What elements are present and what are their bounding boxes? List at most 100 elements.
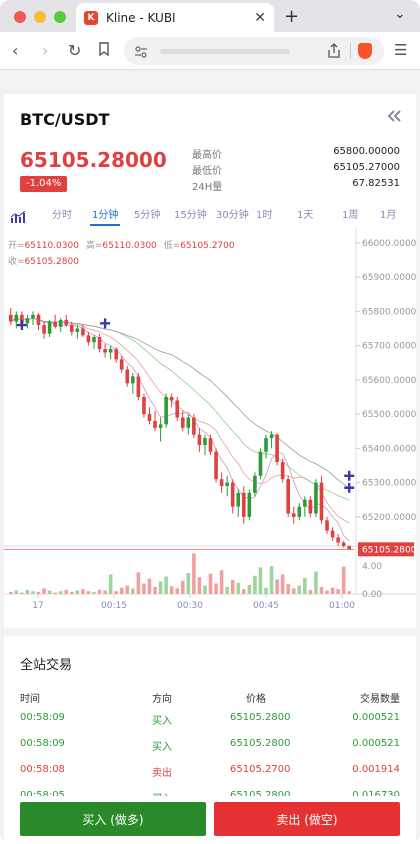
signal-marker-icon — [16, 320, 27, 331]
minimize-window-button[interactable] — [34, 11, 46, 23]
volume-bar — [280, 574, 285, 594]
candle-body — [142, 396, 146, 415]
volume-bar — [58, 591, 63, 594]
tab-1min[interactable]: 1分钟 — [92, 206, 118, 221]
volume-24h-label: 24H量 — [192, 182, 223, 193]
candle-body — [253, 475, 257, 493]
volume-bar — [203, 585, 207, 594]
trade-side: 买入 — [152, 716, 172, 727]
volume-bar — [131, 588, 135, 594]
volume-24h-value: 67.82531 — [352, 178, 400, 189]
back-icon[interactable]: ‹ — [12, 41, 18, 60]
price-tick-label: 65300.0000 — [362, 479, 416, 489]
volume-bar — [164, 576, 168, 594]
tab-1d[interactable]: 1天 — [297, 206, 313, 221]
signal-marker-icon — [100, 318, 111, 329]
low-value: 65105.27000 — [333, 162, 400, 173]
trade-qty: 0.000521 — [352, 712, 400, 723]
site-settings-icon[interactable] — [134, 44, 148, 63]
kline-chart[interactable]: 66000.0000 65900.0000 65800.0000 65700.0000… — [4, 228, 416, 628]
chart-grid — [4, 228, 416, 595]
close-window-button[interactable] — [14, 11, 26, 23]
reload-icon[interactable]: ↻ — [68, 41, 81, 60]
forward-icon[interactable]: › — [42, 41, 48, 60]
volume-bar — [64, 589, 69, 594]
volume-bar — [42, 588, 46, 594]
price-tick-label: 65700.0000 — [362, 342, 416, 352]
tab-15min[interactable]: 15分钟 — [174, 206, 207, 221]
pair-title: BTC/USDT — [20, 110, 110, 129]
volume-bar — [169, 586, 174, 594]
signal-marker-icon — [344, 482, 355, 493]
buy-long-button[interactable]: 买入 (做多) — [20, 802, 206, 836]
candle-body — [158, 424, 163, 428]
candle-body — [136, 376, 141, 397]
tab-5min[interactable]: 5分钟 — [134, 206, 160, 221]
tab-30min[interactable]: 30分钟 — [216, 206, 249, 221]
browser-tab[interactable]: K Kline - KUBI ✕ — [76, 3, 274, 32]
address-bar[interactable] — [124, 37, 384, 65]
volume-bar — [230, 580, 235, 594]
change-badge: -1.04% — [20, 176, 68, 192]
volume-bar — [308, 589, 313, 594]
volume-bar — [20, 592, 24, 594]
time-axis: 17 00:15 00:30 00:45 01:00 — [32, 594, 355, 611]
price-tick-label: 65600.0000 — [362, 376, 416, 386]
tab-timeline[interactable]: 分时 — [52, 206, 72, 221]
volume-bar — [219, 570, 224, 594]
volume-bar — [325, 590, 329, 594]
time-tick-label: 01:00 — [329, 601, 355, 611]
menu-icon[interactable]: ☰ — [394, 41, 407, 59]
candle-body — [180, 417, 185, 428]
share-icon[interactable] — [328, 43, 340, 62]
close-tab-icon[interactable]: ✕ — [254, 10, 266, 26]
candle-body — [119, 359, 124, 370]
volume-bar — [197, 577, 202, 594]
depth-chart-icon[interactable] — [10, 208, 26, 227]
bookmark-icon[interactable] — [98, 41, 110, 60]
candle-body — [330, 530, 335, 538]
brave-shields-icon[interactable] — [358, 43, 372, 59]
volume-bar — [97, 589, 102, 594]
ohlc-close: 收=65105.2800 — [8, 255, 79, 267]
time-tick-label: 00:15 — [101, 601, 127, 611]
high-label: 最高价 — [192, 150, 222, 161]
price-tick-label: 65900.0000 — [362, 273, 416, 283]
candle-body — [58, 319, 63, 327]
candle-body — [314, 482, 318, 514]
volume-bar — [136, 572, 141, 594]
sell-short-button[interactable]: 卖出 (做空) — [214, 802, 400, 836]
volume-bar — [47, 590, 52, 594]
tab-1w[interactable]: 1周 — [342, 206, 358, 221]
candle-body — [264, 438, 268, 452]
section-divider — [4, 628, 416, 636]
candle-body — [42, 325, 46, 334]
trade-side: 卖出 — [152, 768, 172, 779]
tab-title: Kline - KUBI — [106, 10, 176, 25]
col-side: 方向 — [152, 694, 172, 705]
new-tab-icon[interactable]: + — [284, 6, 299, 27]
volume-bar — [214, 583, 218, 594]
volume-bar — [186, 573, 191, 594]
candle-body — [286, 479, 290, 514]
trade-time: 00:58:09 — [20, 712, 65, 723]
candle-body — [108, 349, 113, 353]
price-tick-label: 65800.0000 — [362, 307, 416, 317]
moving-average-line — [10, 317, 350, 489]
tab-1m[interactable]: 1月 — [380, 206, 396, 221]
tab-1h[interactable]: 1时 — [256, 206, 272, 221]
candle-body — [280, 462, 285, 480]
candle-body — [53, 321, 57, 327]
trade-qty: 0.001914 — [352, 764, 400, 775]
last-price-label: 65105.2800 — [362, 545, 416, 555]
trade-price: 65105.2800 — [230, 712, 291, 723]
maximize-window-button[interactable] — [54, 11, 66, 23]
candle-body — [31, 314, 35, 319]
back-double-arrow-icon[interactable] — [386, 108, 406, 127]
time-tick-label: 00:30 — [177, 601, 203, 611]
candle-body — [169, 396, 174, 401]
volume-bar — [330, 587, 335, 594]
candle-body — [347, 545, 352, 550]
tab-list-chevron-icon[interactable]: ⌄ — [394, 6, 406, 22]
price-tick-label: 65500.0000 — [362, 410, 416, 420]
